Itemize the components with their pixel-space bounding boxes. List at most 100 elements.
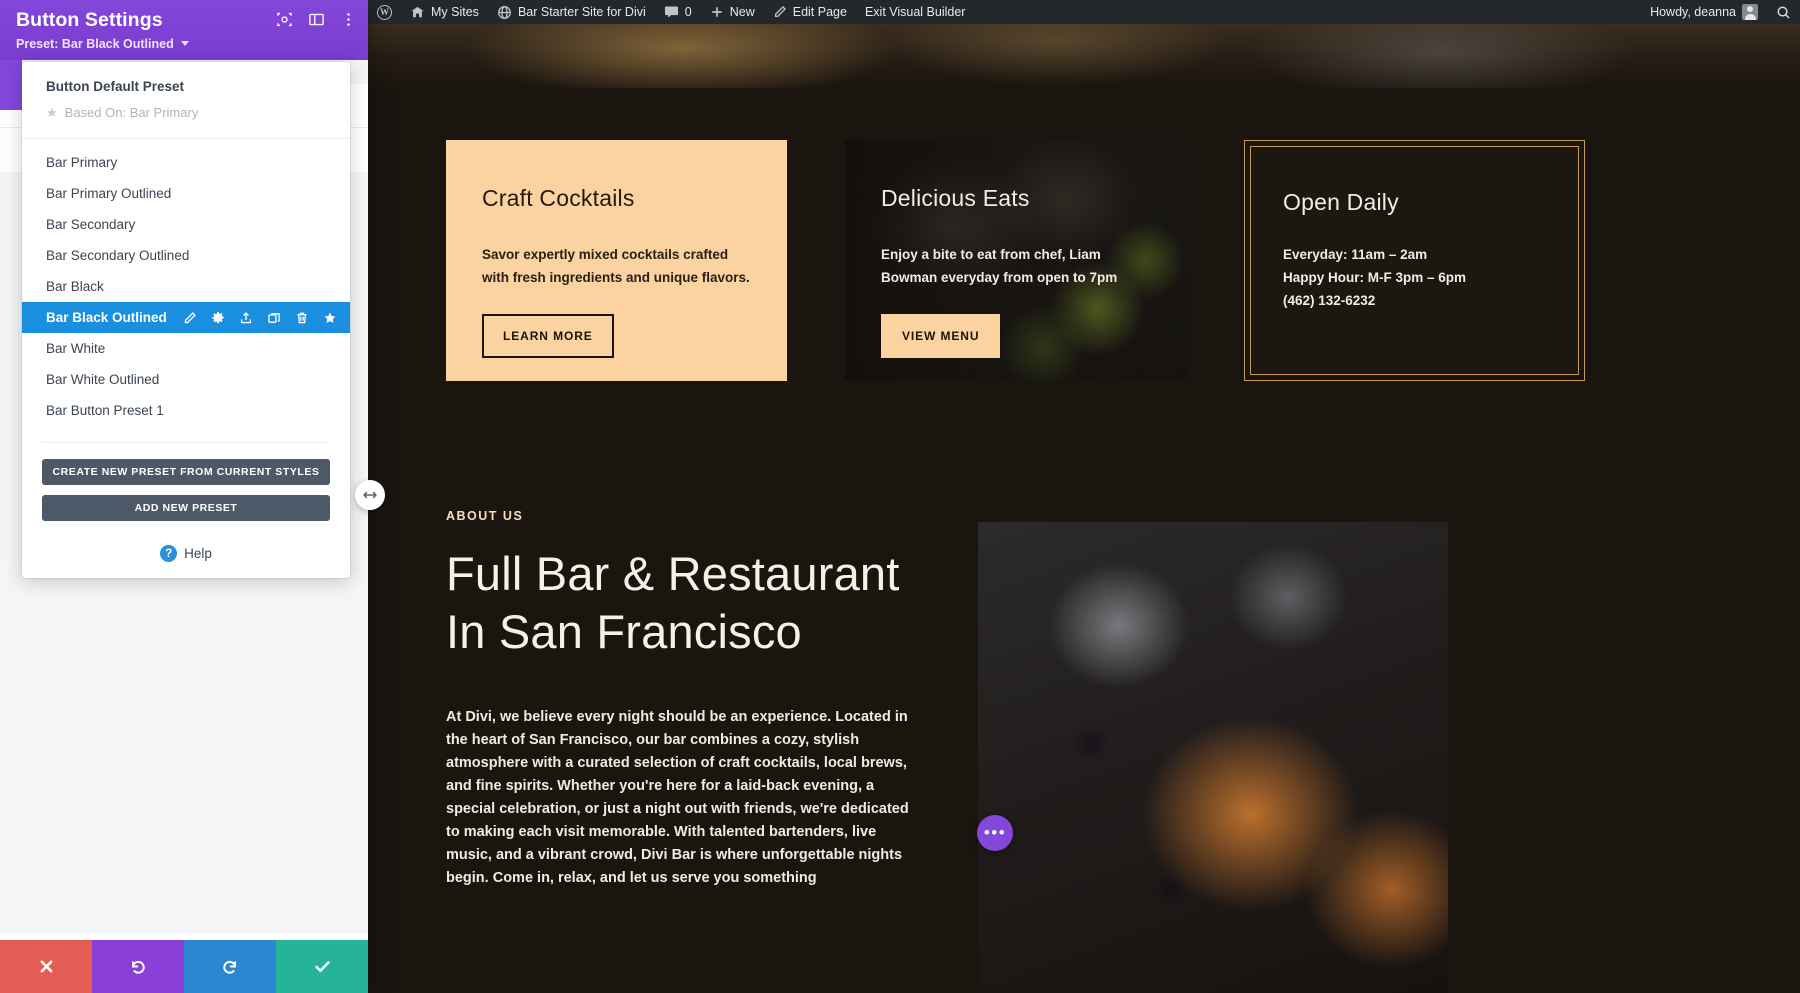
avatar bbox=[1742, 4, 1758, 20]
preset-item-bar-button-preset-1[interactable]: Bar Button Preset 1 bbox=[22, 395, 350, 426]
set-default-preset-icon[interactable] bbox=[323, 310, 338, 325]
button-settings-modal: Button Settings Preset: Bar Black Outlin… bbox=[0, 0, 368, 993]
preset-item-label: Bar Button Preset 1 bbox=[46, 403, 164, 418]
card-body-line: Savor expertly mixed cocktails crafted bbox=[482, 247, 729, 262]
card-body-line: with fresh ingredients and unique flavor… bbox=[482, 270, 750, 285]
preset-item-bar-white-outlined[interactable]: Bar White Outlined bbox=[22, 364, 350, 395]
screen-root: Craft Cocktails Savor expertly mixed coc… bbox=[0, 0, 1800, 993]
delete-preset-icon[interactable] bbox=[295, 310, 310, 325]
preset-item-bar-black-outlined[interactable]: Bar Black Outlined bbox=[22, 302, 350, 333]
card-delicious-eats[interactable]: Delicious Eats Enjoy a bite to eat from … bbox=[845, 140, 1186, 381]
help-link[interactable]: ? Help bbox=[42, 531, 330, 568]
preset-row-actions bbox=[183, 310, 338, 325]
adminbar-comment-count: 0 bbox=[684, 5, 692, 19]
preset-item-label: Bar Black bbox=[46, 279, 104, 294]
adminbar-edit-page-label: Edit Page bbox=[792, 5, 847, 19]
responsive-preview-icon[interactable] bbox=[275, 10, 294, 29]
adminbar-site-name-label: Bar Starter Site for Divi bbox=[517, 5, 646, 19]
card-body: Savor expertly mixed cocktails crafted w… bbox=[482, 243, 751, 289]
preset-item-bar-black[interactable]: Bar Black bbox=[22, 271, 350, 302]
add-new-preset-button[interactable]: ADD NEW PRESET bbox=[42, 495, 330, 521]
adminbar-my-sites[interactable]: My Sites bbox=[401, 0, 488, 24]
preset-item-label: Bar Black Outlined bbox=[46, 310, 167, 325]
card-body-line: Bowman everyday from open to 7pm bbox=[881, 270, 1118, 285]
modal-preset-selector[interactable]: Preset: Bar Black Outlined bbox=[16, 37, 352, 51]
preset-item-label: Bar Primary Outlined bbox=[46, 186, 172, 201]
undo-icon bbox=[132, 960, 145, 974]
about-eyebrow: ABOUT US bbox=[446, 509, 524, 523]
preset-panel-footer: CREATE NEW PRESET FROM CURRENT STYLES AD… bbox=[22, 430, 350, 568]
sites-icon bbox=[410, 5, 425, 20]
card-craft-cocktails[interactable]: Craft Cocktails Savor expertly mixed coc… bbox=[446, 140, 787, 381]
preset-item-bar-secondary-outlined[interactable]: Bar Secondary Outlined bbox=[22, 240, 350, 271]
check-icon bbox=[314, 961, 330, 972]
card-title: Open Daily bbox=[1283, 189, 1399, 215]
page-settings-fab[interactable]: ••• bbox=[977, 815, 1013, 851]
preset-panel-header: Button Default Preset ★ Based On: Bar Pr… bbox=[22, 62, 350, 128]
divider bbox=[42, 442, 330, 443]
star-icon: ★ bbox=[46, 105, 58, 120]
wp-logo-button[interactable] bbox=[368, 0, 401, 24]
about-paragraph: At Divi, we believe every night should b… bbox=[446, 709, 909, 886]
preset-item-bar-secondary[interactable]: Bar Secondary bbox=[22, 209, 350, 240]
discard-changes-button[interactable] bbox=[0, 940, 92, 993]
card-body: Everyday: 11am – 2am Happy Hour: M-F 3pm… bbox=[1283, 243, 1548, 312]
wordpress-logo-icon bbox=[377, 4, 392, 20]
adminbar-exit-visual-builder[interactable]: Exit Visual Builder bbox=[856, 0, 975, 24]
view-menu-button[interactable]: VIEW MENU bbox=[881, 314, 1001, 358]
search-icon bbox=[1776, 5, 1791, 20]
rename-preset-icon[interactable] bbox=[183, 310, 198, 325]
preset-prefix-label: Preset: bbox=[16, 37, 59, 51]
preset-item-label: Bar Primary bbox=[46, 155, 118, 170]
preset-item-label: Bar Secondary Outlined bbox=[46, 248, 190, 263]
adminbar-site-name[interactable]: Bar Starter Site for Divi bbox=[488, 0, 655, 24]
adminbar-search-button[interactable] bbox=[1767, 0, 1800, 24]
wordpress-admin-bar: My Sites Bar Starter Site for Divi 0 New bbox=[368, 0, 1800, 24]
divider bbox=[22, 138, 350, 139]
preset-panel-title: Button Default Preset bbox=[46, 79, 185, 94]
about-heading-line: In San Francisco bbox=[446, 605, 802, 658]
layout-toggle-icon[interactable] bbox=[307, 10, 326, 29]
about-section-photo bbox=[978, 522, 1448, 993]
modal-action-bar bbox=[0, 940, 368, 993]
preset-item-bar-primary[interactable]: Bar Primary bbox=[22, 147, 350, 178]
undo-button[interactable] bbox=[92, 940, 184, 993]
hero-image-strip bbox=[368, 24, 1800, 88]
create-preset-from-current-styles-button[interactable]: CREATE NEW PRESET FROM CURRENT STYLES bbox=[42, 459, 330, 485]
adminbar-exit-vb-label: Exit Visual Builder bbox=[864, 5, 966, 19]
save-changes-button[interactable] bbox=[276, 940, 368, 993]
adminbar-comments[interactable]: 0 bbox=[655, 0, 701, 24]
modal-left-accent bbox=[0, 60, 22, 110]
card-hours-everyday: Everyday: 11am – 2am bbox=[1283, 247, 1428, 262]
card-open-daily[interactable]: Open Daily Everyday: 11am – 2am Happy Ho… bbox=[1244, 140, 1585, 381]
preset-current-name: Bar Black Outlined bbox=[61, 37, 174, 51]
feature-cards-row: Craft Cocktails Savor expertly mixed coc… bbox=[446, 140, 1585, 381]
adminbar-account[interactable]: Howdy, deanna bbox=[1641, 0, 1767, 24]
help-label: Help bbox=[184, 546, 212, 561]
adminbar-new[interactable]: New bbox=[701, 0, 764, 24]
edit-preset-settings-icon[interactable] bbox=[211, 310, 226, 325]
preset-item-bar-primary-outlined[interactable]: Bar Primary Outlined bbox=[22, 178, 350, 209]
horizontal-arrows-icon bbox=[363, 491, 377, 499]
card-phone-number: (462) 132-6232 bbox=[1283, 293, 1376, 308]
preset-item-label: Bar White Outlined bbox=[46, 372, 160, 387]
question-mark-icon: ? bbox=[160, 545, 178, 562]
learn-more-button[interactable]: LEARN MORE bbox=[482, 314, 614, 358]
duplicate-preset-icon[interactable] bbox=[267, 310, 282, 325]
redo-button[interactable] bbox=[184, 940, 276, 993]
export-preset-icon[interactable] bbox=[239, 310, 254, 325]
pencil-icon bbox=[773, 5, 787, 19]
preset-item-bar-white[interactable]: Bar White bbox=[22, 333, 350, 364]
preset-list: Bar Primary Bar Primary Outlined Bar Sec… bbox=[22, 145, 350, 430]
modal-header: Button Settings Preset: Bar Black Outlin… bbox=[0, 0, 368, 61]
plus-icon bbox=[710, 5, 724, 19]
adminbar-new-label: New bbox=[729, 5, 755, 19]
site-icon bbox=[497, 5, 512, 20]
vertical-dots-icon[interactable] bbox=[339, 10, 358, 29]
adminbar-my-sites-label: My Sites bbox=[431, 5, 479, 19]
preset-item-label: Bar Secondary bbox=[46, 217, 136, 232]
adminbar-edit-page[interactable]: Edit Page bbox=[764, 0, 856, 24]
redo-icon bbox=[223, 960, 236, 974]
resize-panel-handle[interactable] bbox=[355, 480, 385, 510]
about-heading: Full Bar & Restaurant In San Francisco bbox=[446, 545, 946, 661]
